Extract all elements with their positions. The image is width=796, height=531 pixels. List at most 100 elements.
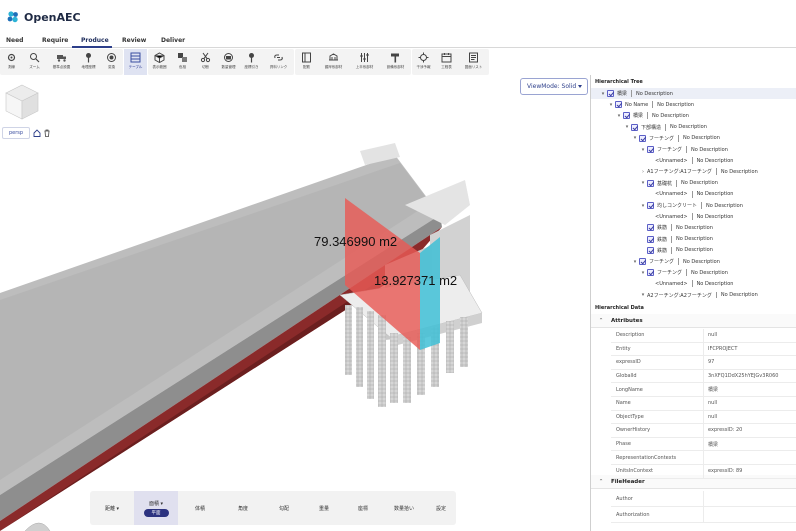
tree-node[interactable]: ▾ フーチング No Description — [631, 256, 720, 267]
toolbar-button-sliders[interactable]: 上半系部材 — [349, 49, 380, 75]
toolbar-button-layers[interactable]: 色相 — [171, 49, 194, 75]
tree-node[interactable]: ▾ A2フーチング:A2フーチング No Description — [639, 290, 758, 298]
tree-node[interactable]: ▾ フーチング No Description — [631, 133, 720, 144]
attributes-section-header[interactable]: ⌃ Attributes — [591, 314, 796, 328]
toolbar-button-panel[interactable]: 配筋 — [295, 49, 318, 75]
measure-tool[interactable]: 体積 — [178, 491, 222, 525]
measure-tool[interactable]: 面積 ▾ 平面 — [134, 491, 178, 525]
tree-checkbox[interactable] — [647, 235, 654, 243]
tree-checkbox[interactable] — [639, 134, 646, 142]
menu-need[interactable]: Need — [6, 34, 23, 48]
toolbar-button-pin[interactable]: 地理座標 — [77, 49, 100, 75]
toolbar-button-magnify[interactable]: ズーム — [23, 49, 46, 75]
toolbar-button-gear[interactable]: 測線 — [0, 49, 23, 75]
tree-checkbox[interactable] — [647, 224, 654, 232]
tree-node[interactable]: <Unnamed> No Description — [647, 211, 733, 222]
menu-require[interactable]: Require — [42, 34, 68, 48]
tree-node[interactable]: ▾ フーチング No Description — [639, 267, 728, 278]
home-icon[interactable] — [33, 129, 41, 137]
measure-tool[interactable]: 勾配 — [264, 491, 304, 525]
attribute-key: Description — [616, 332, 645, 339]
tree-node[interactable]: ▾ 橋梁 No Description — [591, 88, 796, 99]
tree-checkbox[interactable] — [647, 246, 654, 254]
tree-checkbox[interactable] — [615, 101, 622, 109]
tree-expand-icon[interactable]: ▾ — [615, 113, 623, 119]
trash-icon[interactable] — [43, 129, 51, 137]
tree-checkbox[interactable] — [607, 90, 614, 97]
scissors-icon — [200, 52, 211, 63]
tree-node[interactable]: 鉄筋 No Description — [639, 222, 713, 233]
tree-expand-icon[interactable]: ▾ — [639, 203, 647, 209]
tree-checkbox[interactable] — [647, 146, 654, 153]
menu-deliver[interactable]: Deliver — [161, 34, 185, 48]
tree-title: Hierarchical Tree — [595, 79, 643, 85]
toolbar-button-pin[interactable]: 座標引き — [240, 49, 263, 75]
app-logo[interactable]: OpenAEC — [6, 10, 81, 24]
view-cube[interactable] — [4, 83, 40, 125]
tree-node[interactable]: <Unnamed> No Description — [647, 189, 733, 200]
tree-node-description: No Description — [636, 90, 673, 97]
measure-tool[interactable]: 設定 — [426, 491, 456, 525]
tree-node[interactable]: ▾ 均しコンクリート No Description — [639, 200, 743, 211]
area-plane-cyan[interactable] — [420, 237, 440, 350]
measure-mode-pill[interactable]: 平面 — [143, 508, 169, 517]
tree-checkbox[interactable] — [647, 179, 654, 187]
toolbar-button-cube[interactable]: 表示範囲 — [148, 49, 171, 75]
hierarchical-tree[interactable]: ▾ 橋梁 No Description ▾ No Name No Description ▾… — [591, 88, 796, 298]
perspective-toggle[interactable]: persp — [2, 127, 30, 139]
tree-node[interactable]: <Unnamed> No Description — [647, 278, 733, 289]
tree-node[interactable]: ▾ 基礎杭 No Description — [639, 178, 718, 189]
tree-checkbox[interactable] — [623, 112, 630, 120]
tree-node[interactable]: ▾ No Name No Description — [607, 99, 694, 110]
tree-expand-icon[interactable]: ▾ — [631, 259, 639, 265]
toolbar-button-scissors[interactable]: 切断 — [194, 49, 217, 75]
tree-expand-icon[interactable]: ▾ — [631, 135, 639, 141]
toolbar-button-truck[interactable]: 基準点設置 — [46, 49, 77, 75]
tree-checkbox[interactable] — [647, 269, 654, 277]
viewmode-label: ViewMode: Solid — [527, 83, 577, 90]
measure-tool[interactable]: 数量拾い — [382, 491, 426, 525]
bridge-model-scene[interactable] — [0, 75, 590, 531]
tree-checkbox[interactable] — [647, 202, 654, 209]
tree-node[interactable]: 鉄筋 No Description — [639, 245, 713, 256]
toolbar-button-target[interactable]: 変換 — [100, 49, 123, 75]
tree-checkbox[interactable] — [639, 258, 646, 265]
tree-node[interactable]: ▾ フーチング No Description — [639, 144, 728, 155]
tree-expand-icon[interactable]: ▾ — [639, 270, 647, 276]
tree-expand-icon[interactable]: ▾ — [639, 180, 647, 186]
toolbar-button-box[interactable]: 数量管理 — [217, 49, 240, 75]
toolbar-button-label: 測線 — [8, 65, 15, 69]
menu-review[interactable]: Review — [122, 34, 146, 48]
toolbar-group: テーブル — [124, 49, 147, 75]
3d-viewport[interactable]: persp ViewMode: Solid 79.346990 m2 13.92… — [0, 75, 590, 531]
measure-tool[interactable]: 座標 — [344, 491, 382, 525]
toolbar-button-label: 表示範囲 — [152, 65, 167, 69]
tree-expand-icon[interactable]: ▾ — [639, 147, 647, 153]
tree-node[interactable]: › A1フーチング:A1フーチング No Description — [639, 166, 758, 177]
tree-node-name: 基礎杭 — [657, 180, 673, 187]
tree-expand-icon[interactable]: › — [639, 169, 647, 175]
right-panel: Hierarchical Tree ▾ 橋梁 No Description ▾ No N… — [590, 75, 796, 531]
toolbar-button-list[interactable]: 図面リスト — [458, 49, 489, 75]
measure-tool[interactable]: 距離 ▾ — [90, 491, 134, 525]
tree-checkbox[interactable] — [631, 123, 638, 131]
tree-expand-icon[interactable]: ▾ — [599, 91, 607, 97]
toolbar-button-puzzle[interactable]: 干渉予報 — [412, 49, 435, 75]
viewmode-select[interactable]: ViewMode: Solid — [520, 78, 588, 95]
tree-expand-icon[interactable]: ▾ — [623, 124, 631, 130]
tree-expand-icon[interactable]: ▾ — [639, 292, 647, 298]
toolbar-button-link[interactable]: 資料リンク — [263, 49, 294, 75]
tree-node[interactable]: 鉄筋 No Description — [639, 234, 713, 245]
toolbar-button-calendar[interactable]: 工程表 — [435, 49, 458, 75]
toolbar-button-bridge[interactable]: 護岸系部材 — [318, 49, 349, 75]
tree-node[interactable]: ▾ 下部構造 No Description — [623, 122, 707, 133]
measure-tool[interactable]: 重量 — [304, 491, 344, 525]
toolbar-button-table[interactable]: テーブル — [124, 49, 147, 75]
tree-expand-icon[interactable]: ▾ — [607, 102, 615, 108]
tree-node[interactable]: ▾ 橋梁 No Description — [615, 110, 689, 121]
toolbar-button-hammer[interactable]: 設備系部材 — [380, 49, 411, 75]
tree-node[interactable]: <Unnamed> No Description — [647, 155, 733, 166]
measurement-toolbar: 距離 ▾ 面積 ▾ 平面 体積 角度 勾配 重量 座標 数量拾い 設定 — [90, 491, 456, 525]
attribute-row: GlobalId 3nXFQ1DdX25hYEJGv3R060 — [611, 369, 796, 384]
measure-tool[interactable]: 角度 — [222, 491, 264, 525]
